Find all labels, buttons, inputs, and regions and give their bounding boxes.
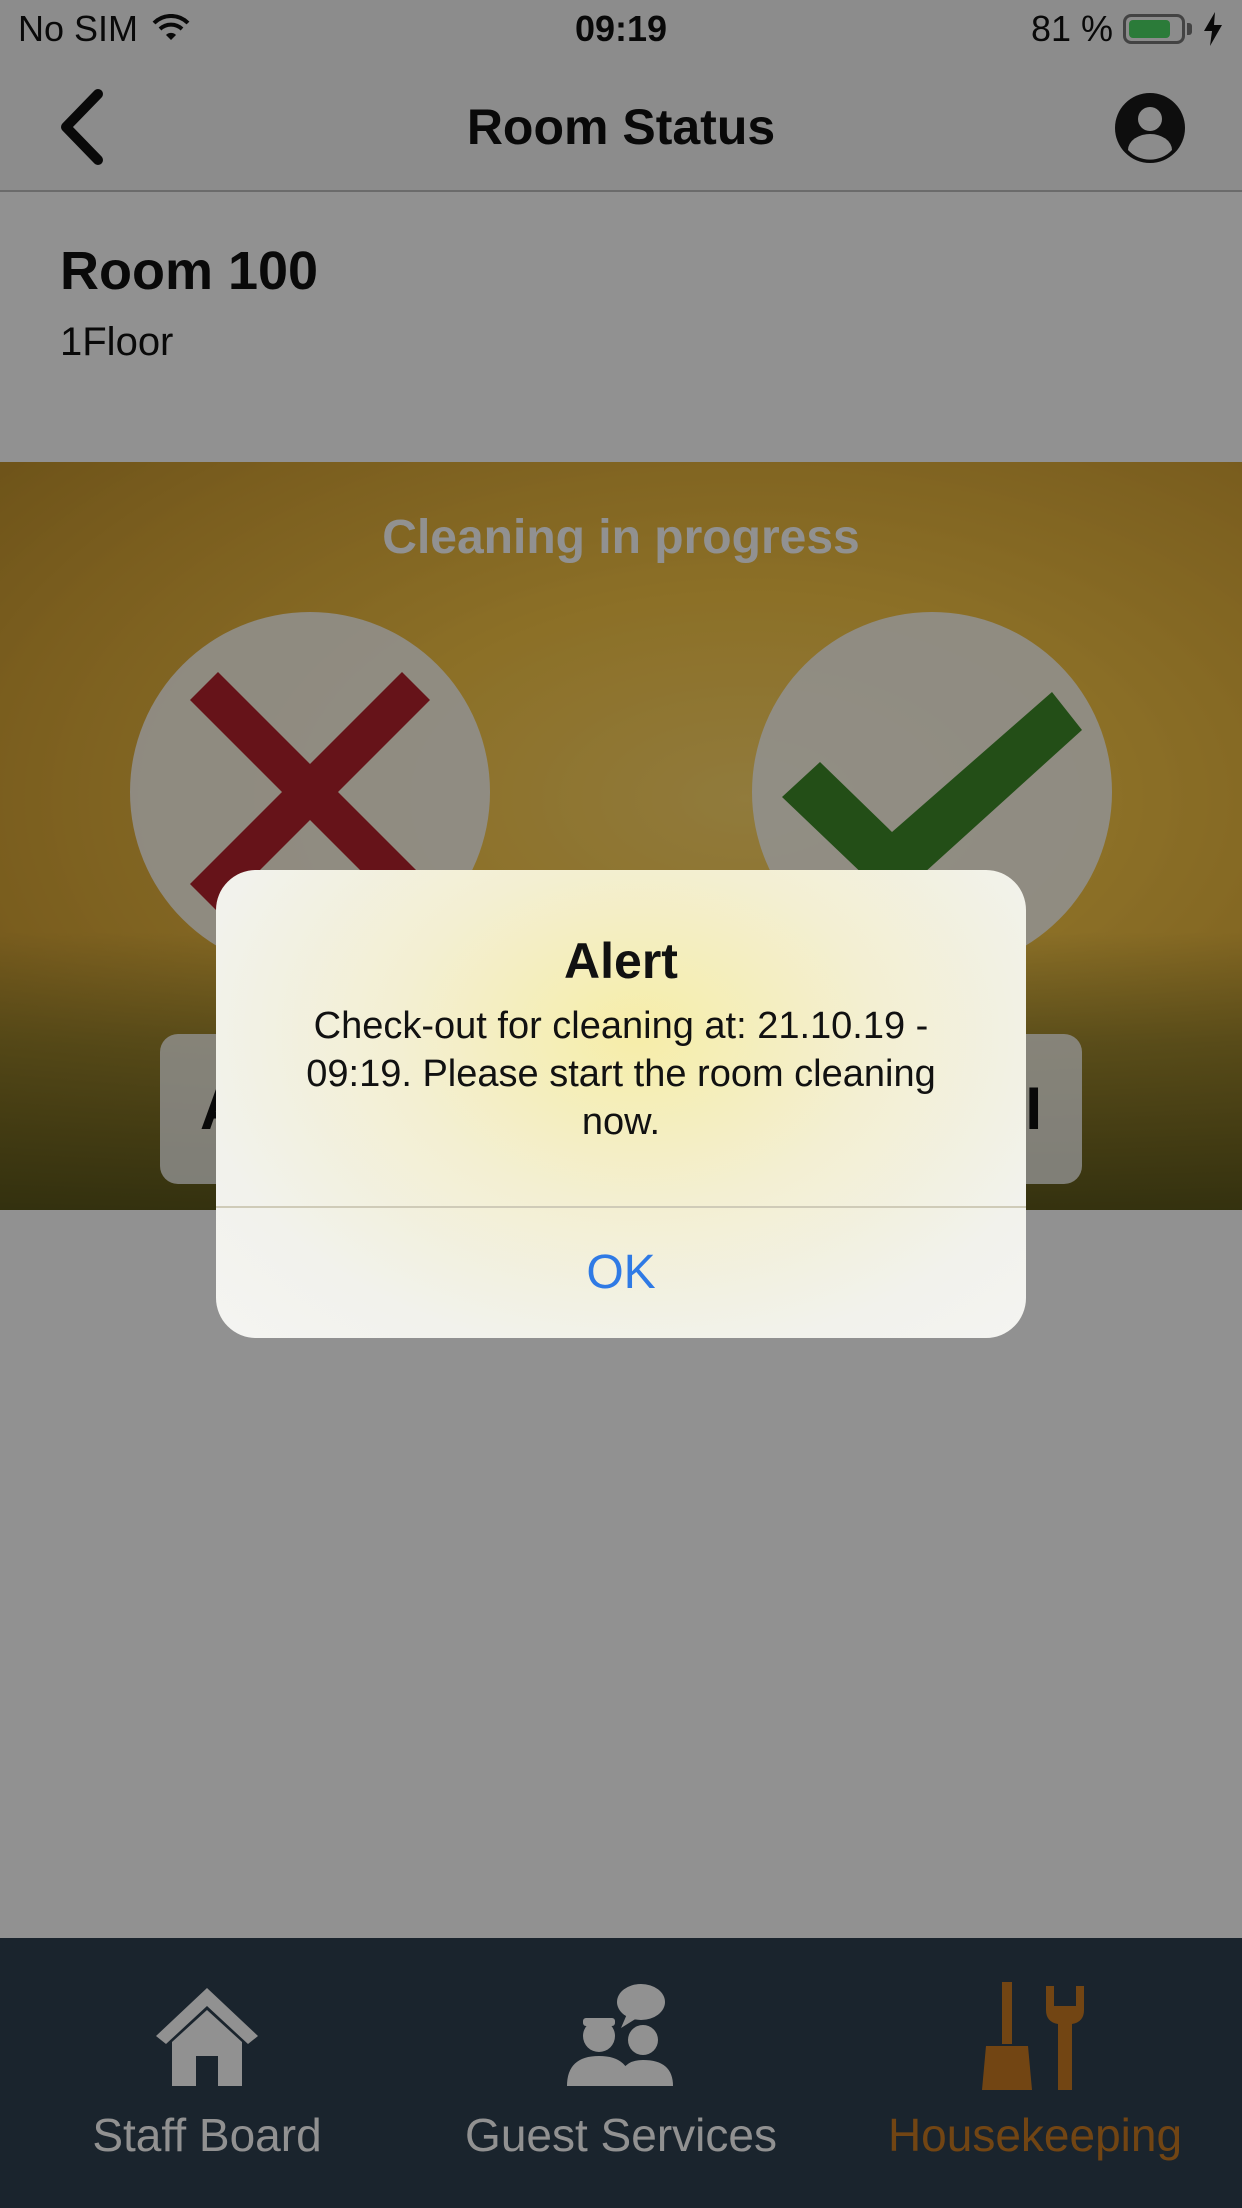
ok-button[interactable]: OK bbox=[216, 1208, 1026, 1338]
alert-title: Alert bbox=[564, 933, 678, 989]
alert-message: Check-out for cleaning at: 21.10.19 - 09… bbox=[306, 1005, 936, 1143]
alert-dialog: Alert Check-out for cleaning at: 21.10.1… bbox=[216, 870, 1026, 1338]
